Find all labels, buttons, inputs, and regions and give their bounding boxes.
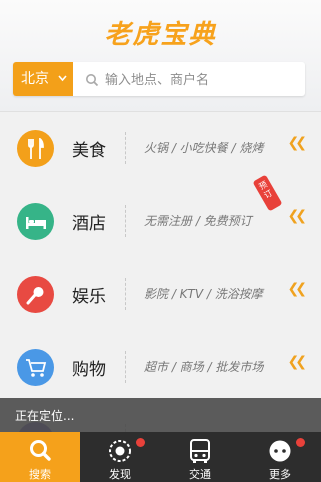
tab-label: 搜索: [29, 468, 51, 481]
search-input[interactable]: [103, 62, 303, 98]
app-logo: 老虎宝典: [104, 20, 217, 50]
divider: [125, 205, 126, 237]
category-tags: 火锅 / 小吃快餐 / 烧烤: [144, 141, 264, 155]
category-label: 购物: [72, 360, 106, 380]
bed-icon: [17, 203, 54, 240]
double-chevron-left-icon: ❮❮: [287, 208, 308, 224]
header: 老虎宝典 北京: [0, 0, 321, 112]
city-selector[interactable]: 北京: [13, 62, 73, 96]
category-tags: 无需注册 / 免费预订: [144, 214, 252, 228]
double-chevron-left-icon: ❮❮: [287, 281, 308, 297]
tab-transit[interactable]: 交通: [160, 432, 240, 482]
double-chevron-left-icon: ❮❮: [287, 135, 308, 151]
search-bar: 北京: [13, 62, 305, 98]
tab-label: 发现: [109, 468, 131, 481]
category-tags: 超市 / 商场 / 批发市场: [144, 360, 264, 374]
tab-more[interactable]: 更多: [240, 432, 320, 482]
chevron-down-icon: [58, 62, 67, 110]
discover-icon: [80, 438, 160, 464]
city-label: 北京: [21, 71, 49, 87]
tab-bar: 搜索 发现 交通 更多: [0, 432, 321, 482]
category-row-food[interactable]: 美食 火锅 / 小吃快餐 / 烧烤 ❮❮: [0, 112, 321, 185]
category-row-entertainment[interactable]: 娱乐 影院 / KTV / 洗浴按摩 ❮❮: [0, 258, 321, 331]
divider: [125, 278, 126, 310]
category-label: 娱乐: [72, 287, 106, 307]
microphone-icon: [17, 276, 54, 313]
tab-label: 更多: [269, 468, 291, 481]
tab-label: 交通: [189, 468, 211, 481]
category-tags: 影院 / KTV / 洗浴按摩: [144, 287, 263, 301]
category-row-hotel[interactable]: 酒店 无需注册 / 免费预订 预订 ❮❮: [0, 174, 321, 258]
notification-dot: [136, 438, 145, 447]
bus-icon: [160, 438, 240, 464]
search-icon: [85, 72, 99, 91]
tab-search[interactable]: 搜索: [0, 432, 80, 482]
double-chevron-left-icon: ❮❮: [287, 354, 308, 370]
search-icon: [0, 438, 80, 464]
fork-knife-icon: [17, 130, 54, 167]
divider: [125, 351, 126, 383]
category-row-shopping[interactable]: 购物 超市 / 商场 / 批发市场 ❮❮: [0, 331, 321, 404]
locating-toast: 正在定位...: [0, 398, 321, 434]
cart-icon: [17, 349, 54, 386]
notification-dot: [296, 438, 305, 447]
category-list: 美食 火锅 / 小吃快餐 / 烧烤 ❮❮ 酒店 无需注册 / 免费预订 预订 ❮…: [0, 112, 321, 432]
divider: [125, 132, 126, 164]
tab-discover[interactable]: 发现: [80, 432, 160, 482]
category-label: 酒店: [72, 214, 106, 234]
category-label: 美食: [72, 141, 106, 161]
more-dots-icon: [240, 438, 320, 464]
